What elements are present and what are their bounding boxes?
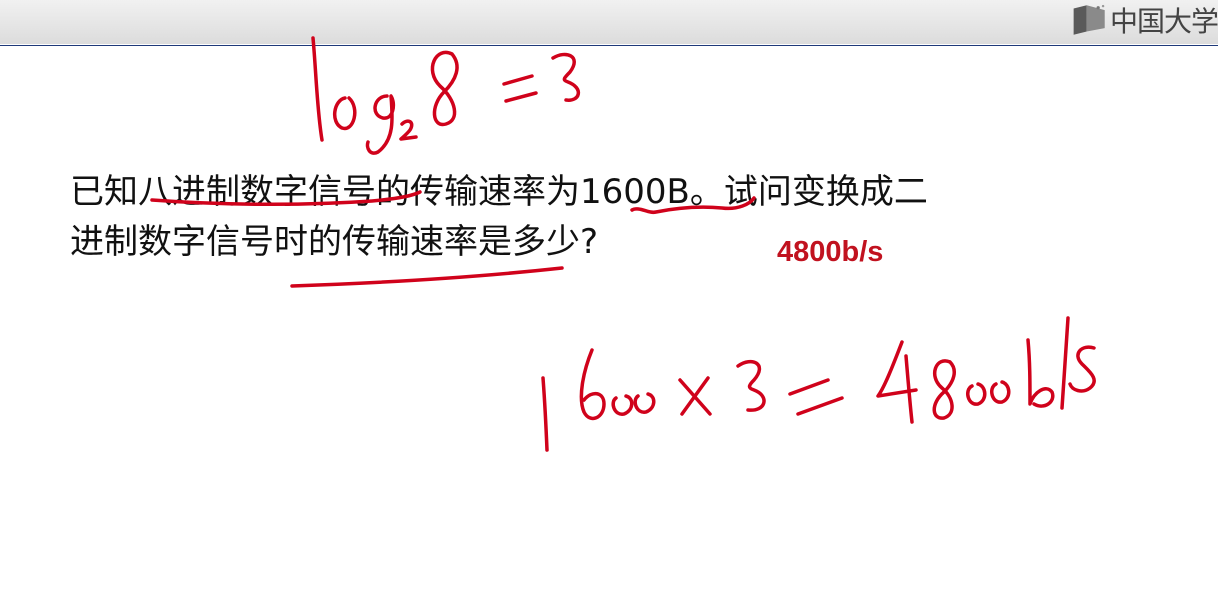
question-line-1: 已知八进制数字信号的传输速率为1600B。试问变换成二 xyxy=(70,172,928,212)
top-bar xyxy=(0,0,1218,44)
logo: 中国大学 xyxy=(1072,0,1218,40)
logo-icon xyxy=(1073,4,1105,35)
question-line-2: 进制数字信号时的传输速率是多少? xyxy=(70,222,599,262)
handwritten-multiplication xyxy=(541,316,1096,452)
logo-text: 中国大学 xyxy=(1109,5,1218,38)
header-divider xyxy=(0,45,1218,46)
slide: 中国大学 已知八进制数字信号的传输速率为1600B。试问变换成二 进制数字信号时… xyxy=(0,0,1218,602)
handwritten-annotations xyxy=(150,36,1096,452)
answer-text: 4800b/s xyxy=(777,236,884,268)
underline-question xyxy=(290,266,564,288)
handwritten-log-formula xyxy=(311,36,580,155)
